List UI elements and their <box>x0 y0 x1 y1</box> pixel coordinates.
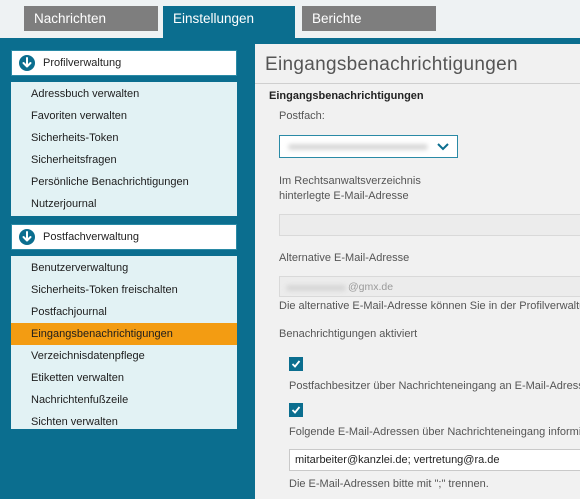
section-header-postfachverwaltung[interactable]: Postfachverwaltung <box>11 224 237 250</box>
alt-email-hint: Die alternative E-Mail-Adresse können Si… <box>279 300 580 312</box>
divider <box>255 83 580 84</box>
postfachverwaltung-list: Benutzerverwaltung Sicherheits-Token fre… <box>11 256 237 429</box>
section-header-profilverwaltung[interactable]: Profilverwaltung <box>11 50 237 76</box>
page-title: Eingangsbenachrichtigungen <box>265 54 518 75</box>
email-list-hint: Die E-Mail-Adressen bitte mit ";" trenne… <box>289 478 489 490</box>
sidebar-item-adressbuch[interactable]: Adressbuch verwalten <box>11 83 237 105</box>
sidebar-item-nachrichtenfusszeile[interactable]: Nachrichtenfußzeile <box>11 389 237 411</box>
alt-email-suffix: @gmx.de <box>348 281 394 293</box>
sidebar-item-sicherheits-token[interactable]: Sicherheits-Token <box>11 127 237 149</box>
sidebar-item-nutzerjournal[interactable]: Nutzerjournal <box>11 193 237 215</box>
notifications-label: Benachrichtigungen aktiviert <box>279 328 418 340</box>
section-title: Postfachverwaltung <box>43 231 139 243</box>
main-panel: Eingangsbenachrichtigungen Eingangsbenac… <box>255 44 580 499</box>
sidebar-item-sichten[interactable]: Sichten verwalten <box>11 411 237 433</box>
sidebar-item-postfachjournal[interactable]: Postfachjournal <box>11 301 237 323</box>
alt-email-field: @gmx.de <box>279 276 580 297</box>
sidebar-item-favoriten[interactable]: Favoriten verwalten <box>11 105 237 127</box>
checkmark-icon <box>291 360 301 368</box>
checkbox1-label: Postfachbesitzer über Nachrichteneingang… <box>289 380 580 392</box>
sidebar-item-eingangsbenachrichtigungen[interactable]: Eingangsbenachrichtigungen <box>11 323 237 345</box>
rechtsanwalt-email-field <box>279 214 580 236</box>
postfach-label: Postfach: <box>279 110 325 122</box>
checkbox-folgende-adressen[interactable] <box>289 403 303 417</box>
tab-einstellungen[interactable]: Einstellungen <box>163 6 295 38</box>
checkmark-icon <box>291 406 301 414</box>
sidebar-item-etiketten[interactable]: Etiketten verwalten <box>11 367 237 389</box>
section-subtitle: Eingangsbenachrichtigungen <box>269 90 424 102</box>
chevron-down-icon <box>437 143 449 151</box>
redacted-email-local-part <box>286 285 346 291</box>
email-list-value: mitarbeiter@kanzlei.de; vertretung@ra.de <box>295 454 500 466</box>
checkbox-postfachbesitzer[interactable] <box>289 357 303 371</box>
sidebar-item-sicherheitsfragen[interactable]: Sicherheitsfragen <box>11 149 237 171</box>
email-list-input[interactable]: mitarbeiter@kanzlei.de; vertretung@ra.de <box>289 449 580 471</box>
sidebar-item-benutzerverwaltung[interactable]: Benutzerverwaltung <box>11 257 237 279</box>
tab-nachrichten[interactable]: Nachrichten <box>24 6 158 31</box>
tab-berichte[interactable]: Berichte <box>302 6 436 31</box>
sidebar-item-verzeichnisdatenpflege[interactable]: Verzeichnisdatenpflege <box>11 345 237 367</box>
profilverwaltung-list: Adressbuch verwalten Favoriten verwalten… <box>11 82 237 216</box>
redacted-postfach-name <box>288 144 428 150</box>
rechtsanwalt-label-line1: Im Rechtsanwaltsverzeichnis <box>279 175 421 187</box>
sidebar-item-benachrichtigungen[interactable]: Persönliche Benachrichtigungen <box>11 171 237 193</box>
alt-email-label: Alternative E-Mail-Adresse <box>279 252 410 264</box>
top-navigation-bar: Nachrichten Einstellungen Berichte <box>0 0 580 38</box>
rechtsanwalt-label-line2: hinterlegte E-Mail-Adresse <box>279 190 409 202</box>
sidebar-item-token-freischalten[interactable]: Sicherheits-Token freischalten <box>11 279 237 301</box>
arrow-down-circle-icon <box>19 229 35 245</box>
checkbox2-label: Folgende E-Mail-Adressen über Nachrichte… <box>289 426 580 438</box>
section-title: Profilverwaltung <box>43 57 122 69</box>
postfach-select[interactable] <box>279 135 458 158</box>
arrow-down-circle-icon <box>19 55 35 71</box>
